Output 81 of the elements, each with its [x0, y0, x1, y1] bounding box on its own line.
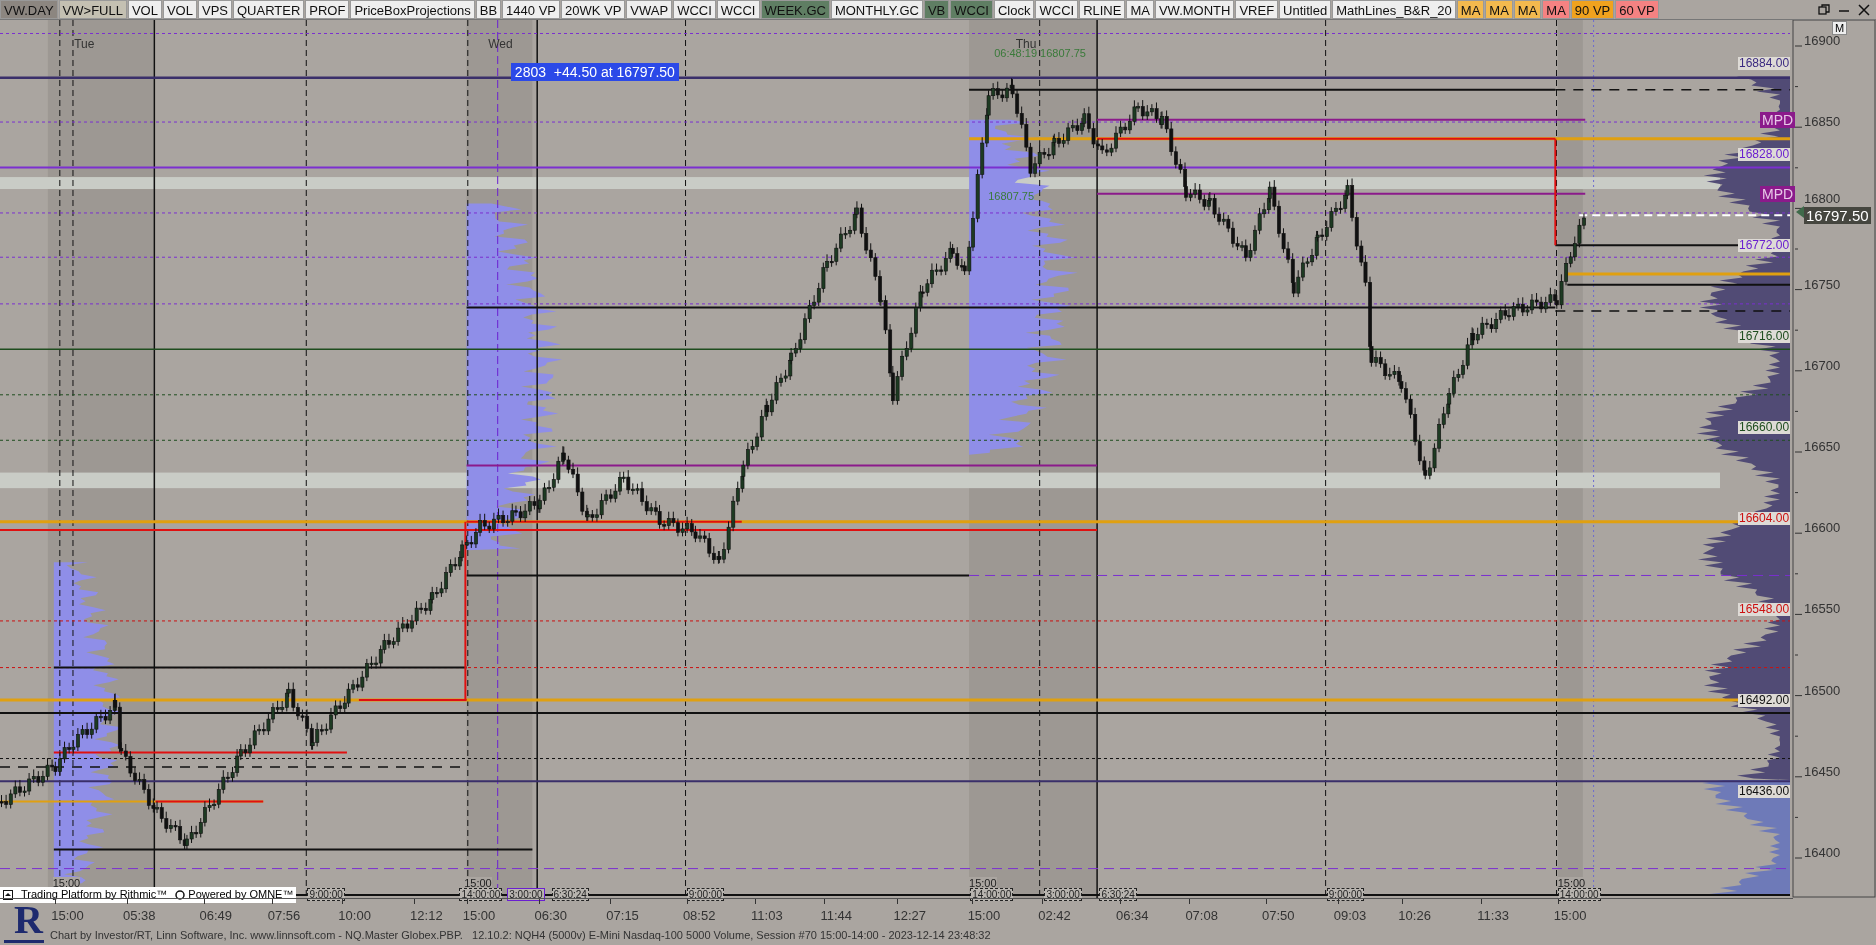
- time-axis-label: 05:38: [122, 907, 156, 925]
- toolbar-button[interactable]: 20WK VP: [561, 0, 626, 19]
- time-axis-label: 07:56: [267, 907, 301, 925]
- restore-icon[interactable]: [1818, 4, 1830, 16]
- time-axis-label: 07:15: [606, 907, 639, 925]
- day-label: Tue: [74, 35, 95, 53]
- time-axis-label: 10:26: [1398, 907, 1431, 925]
- time-axis-label: 06:49: [199, 907, 233, 925]
- price-axis-label: 16700: [1804, 358, 1841, 373]
- price-axis-label: 16400: [1804, 846, 1841, 860]
- toolbar-button[interactable]: VB: [923, 0, 950, 19]
- toolbar-button[interactable]: MONTHLY.GC: [830, 0, 923, 19]
- mpd-label: MPD: [1760, 186, 1796, 202]
- toolbar-button[interactable]: WCCI: [950, 0, 993, 19]
- toolbar-button[interactable]: WCCI: [716, 0, 760, 19]
- time-axis-label: 07:08: [1185, 907, 1218, 925]
- toolbar-button[interactable]: Untitled: [1279, 0, 1332, 19]
- day-label: Wed: [488, 35, 513, 53]
- omne-branding: Powered by OMNE™: [188, 887, 294, 903]
- toolbar-button[interactable]: WCCI: [1035, 0, 1079, 19]
- price-axis-label: 16750: [1804, 277, 1841, 292]
- price-axis-label: 16450: [1804, 764, 1841, 779]
- status-bar-text: Chart by Investor/RT, Linn Software, Inc. www.linnsoft.com - NQ.Master Globex.PBP. 12.10.2: NQH4 (5000v) E-Mini Nasdaq-100 5000 Volume, Session #70 15:00-14:00 - 2023-12-14 23:48:32: [50, 927, 991, 943]
- time-axis-label: 06:30: [534, 907, 568, 925]
- time-axis-label: 12:12: [410, 907, 443, 925]
- toolbar-button[interactable]: VW.MONTH: [1154, 0, 1235, 19]
- toolbar-button[interactable]: VW>FULL: [58, 0, 127, 19]
- toolbar-button[interactable]: VPS: [197, 0, 232, 19]
- circle-icon: [175, 889, 186, 900]
- price-axis-label: 16850: [1804, 115, 1841, 130]
- toolbar-button[interactable]: BB: [475, 0, 502, 19]
- time-axis-label: 15:00: [462, 907, 496, 925]
- price-axis-label: 16500: [1804, 683, 1841, 698]
- toolbar-button[interactable]: PriceBoxProjections: [350, 0, 475, 19]
- price-axis-label: 16600: [1804, 521, 1841, 536]
- toolbar-button[interactable]: MathLines_B&R_20: [1332, 0, 1456, 19]
- toolbar-button[interactable]: MA: [1456, 0, 1485, 19]
- investor-rt-logo: R: [4, 902, 44, 944]
- high-time-label: 06:48:19 16807.75: [994, 47, 1086, 62]
- time-axis-label: 12:27: [893, 907, 926, 925]
- time-axis-label: 11:33: [1477, 907, 1509, 925]
- toolbar-button[interactable]: VW.DAY: [0, 0, 58, 19]
- trade-info-label: 2803 +44.50 at 16797.50: [510, 63, 679, 82]
- toolbar-button[interactable]: WEEK.GC: [760, 0, 830, 19]
- time-axis-label: 02:42: [1038, 907, 1071, 925]
- last-price-label: 16797.50: [1804, 207, 1871, 225]
- toolbar-button[interactable]: MA: [1485, 0, 1513, 19]
- price-axis-label: 16550: [1804, 602, 1841, 617]
- time-axis-label: 07:50: [1261, 907, 1295, 925]
- toolbar-button[interactable]: VREF: [1235, 0, 1279, 19]
- time-axis-label: 15:00: [1553, 907, 1587, 925]
- price-axis-label: 16800: [1804, 192, 1841, 207]
- toolbar-button[interactable]: MA: [1513, 0, 1542, 19]
- time-axis-label: 10:00: [338, 907, 371, 925]
- toolbar-button[interactable]: WCCI: [673, 0, 716, 19]
- toolbar-button[interactable]: MA: [1542, 0, 1570, 19]
- time-axis-label: 15:00: [51, 907, 84, 925]
- toolbar-button[interactable]: PROF: [305, 0, 350, 19]
- toolbar-button[interactable]: VWAP: [626, 0, 673, 19]
- mpd-label: MPD: [1760, 112, 1796, 128]
- time-axis-label: 09:03: [1333, 907, 1367, 925]
- toolbar-button[interactable]: RLINE: [1079, 0, 1126, 19]
- toolbar-button[interactable]: VOL: [162, 0, 197, 19]
- toolbar-button[interactable]: 1440 VP: [502, 0, 560, 19]
- close-icon[interactable]: [1858, 4, 1870, 16]
- time-axis-label: 15:00: [967, 907, 1001, 925]
- time-axis-label: 11:44: [820, 907, 853, 925]
- price-axis-label: 16650: [1804, 440, 1841, 454]
- time-axis-label: 06:34: [1116, 907, 1149, 925]
- toolbar-button[interactable]: VOL: [127, 0, 162, 19]
- marker-button[interactable]: M: [1832, 21, 1848, 35]
- toolbar-button[interactable]: MA: [1126, 0, 1154, 19]
- price-axis-label: 16900: [1804, 34, 1841, 48]
- toolbar-button[interactable]: 90 VP: [1570, 0, 1615, 19]
- toolbar-button[interactable]: QUARTER: [233, 0, 305, 19]
- time-axis-label: 08:52: [682, 907, 716, 925]
- price-pointer-icon: [1796, 206, 1804, 219]
- rithmic-branding: Trading Platform by Rithmic™: [21, 887, 168, 903]
- toolbar-button[interactable]: Clock: [993, 0, 1035, 19]
- time-axis-label: 11:03: [751, 907, 783, 925]
- toolbar-button[interactable]: 60 VP: [1615, 0, 1659, 19]
